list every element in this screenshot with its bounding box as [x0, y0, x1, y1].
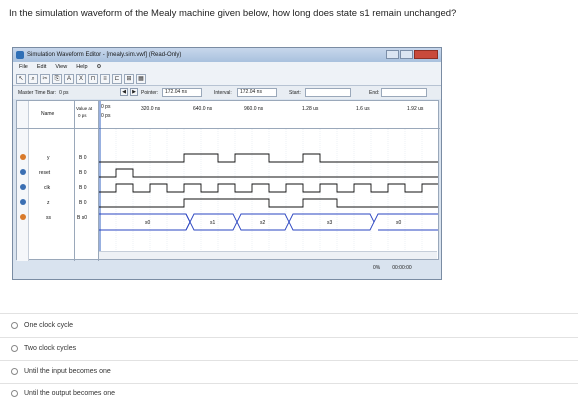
wave-icon[interactable]: ⊓	[88, 73, 98, 84]
master-time-label: Master Time Bar:	[18, 89, 57, 96]
signal-name: ss	[46, 215, 51, 221]
next-button[interactable]: ▶	[130, 88, 138, 96]
state-label-s2: s2	[260, 220, 266, 226]
select-icon[interactable]: ↖	[16, 73, 26, 84]
interval-field[interactable]: 172.04 ns	[237, 88, 277, 97]
output-bus-icon	[20, 214, 26, 220]
minimize-button[interactable]	[386, 50, 399, 59]
waveform-clk	[99, 183, 438, 193]
start-label: Start:	[289, 90, 301, 96]
signal-name: z	[47, 200, 50, 206]
name-header: Name	[41, 111, 55, 117]
pointer-label: Pointer:	[141, 90, 159, 96]
menu-view[interactable]: View	[55, 64, 67, 70]
menu-file[interactable]: File	[19, 64, 28, 70]
copy-icon[interactable]: ⎘	[52, 73, 62, 84]
master-time-value: 0 ps	[59, 89, 69, 96]
waveform-editor-window: Simulation Waveform Editor - [mealy.sim.…	[12, 47, 442, 280]
output-pin-icon	[20, 154, 26, 160]
signal-name: y	[47, 155, 50, 161]
state-label-s0: s0	[145, 220, 151, 226]
option-label: Two clock cycles	[24, 345, 77, 352]
answer-option-1[interactable]: One clock cycle	[11, 322, 73, 329]
divider	[0, 313, 578, 314]
option-label: Until the output becomes one	[24, 390, 116, 397]
status-bar: 0% 00:00:00	[373, 265, 412, 271]
radio-icon[interactable]	[11, 322, 18, 329]
prev-button[interactable]: ◀	[120, 88, 128, 96]
divider	[0, 360, 578, 361]
time-bar: Master Time Bar: 0 ps ◀ ▶ Pointer: 172.0…	[13, 86, 441, 99]
end-field[interactable]	[381, 88, 427, 97]
value-header-line2: 0 ps	[78, 113, 87, 118]
grid-icon[interactable]: ⊞	[124, 73, 134, 84]
interval-label: Interval:	[214, 90, 232, 96]
signal-value: B 0	[79, 200, 87, 206]
waveform-panel: Name Value at 0 ps 0 ps 0 ps 320.0 ns 64…	[16, 100, 440, 261]
progress-percent: 0%	[373, 265, 381, 271]
title-bar: Simulation Waveform Editor - [mealy.sim.…	[13, 48, 441, 62]
count-icon[interactable]: ≡	[100, 73, 110, 84]
menu-edit[interactable]: Edit	[37, 64, 46, 70]
menu-help[interactable]: Help	[76, 64, 87, 70]
signal-value: B s0	[77, 215, 88, 221]
signal-value: B 0	[79, 185, 87, 191]
waveform-canvas[interactable]: s0 s1 s2 s3 s0	[99, 101, 438, 261]
input-pin-icon	[20, 184, 26, 190]
pointer-field[interactable]: 172.04 ns	[162, 88, 202, 97]
toolbar: ↖ ⌕ ✂ ⎘ A X ⊓ ≡ ⊏ ⊞ ▦	[13, 72, 441, 86]
zoom-icon[interactable]: ⌕	[28, 73, 38, 84]
elapsed-time: 00:00:00	[392, 265, 412, 271]
radio-icon[interactable]	[11, 345, 18, 352]
question-text: In the simulation waveform of the Mealy …	[9, 8, 457, 19]
horizontal-scrollbar[interactable]	[99, 251, 437, 259]
start-field[interactable]	[305, 88, 351, 97]
paste-icon[interactable]: A	[64, 73, 74, 84]
close-button[interactable]	[414, 50, 438, 59]
input-pin-icon	[20, 169, 26, 175]
answer-option-4[interactable]: Until the output becomes one	[11, 390, 115, 397]
value-header-line1: Value at	[76, 106, 93, 111]
radio-icon[interactable]	[11, 390, 18, 397]
divider	[0, 337, 578, 338]
divider	[0, 383, 578, 384]
option-label: One clock cycle	[24, 322, 74, 329]
answer-option-2[interactable]: Two clock cycles	[11, 345, 76, 352]
input-pin-icon	[20, 199, 26, 205]
menu-bar: File Edit View Help ⚙	[13, 62, 441, 72]
answer-option-3[interactable]: Until the input becomes one	[11, 368, 111, 375]
help-icon[interactable]: ⚙	[97, 64, 102, 70]
state-label-s1: s1	[210, 220, 216, 226]
radio-icon[interactable]	[11, 368, 18, 375]
signal-name: clk	[44, 185, 51, 191]
chart-icon[interactable]: ▦	[136, 73, 146, 84]
app-icon	[16, 51, 24, 59]
state-label-s0-end: s0	[396, 220, 402, 226]
x-icon[interactable]: X	[76, 73, 86, 84]
option-label: Until the input becomes one	[24, 368, 111, 375]
maximize-button[interactable]	[400, 50, 413, 59]
signal-value: B 0	[79, 170, 87, 176]
signal-value: B 0	[79, 155, 87, 161]
end-label: End:	[369, 90, 380, 96]
signal-name: reset	[39, 170, 51, 176]
clock-icon[interactable]: ⊏	[112, 73, 122, 84]
state-label-s3: s3	[327, 220, 333, 226]
window-title: Simulation Waveform Editor - [mealy.sim.…	[27, 52, 182, 58]
cut-icon[interactable]: ✂	[40, 73, 50, 84]
